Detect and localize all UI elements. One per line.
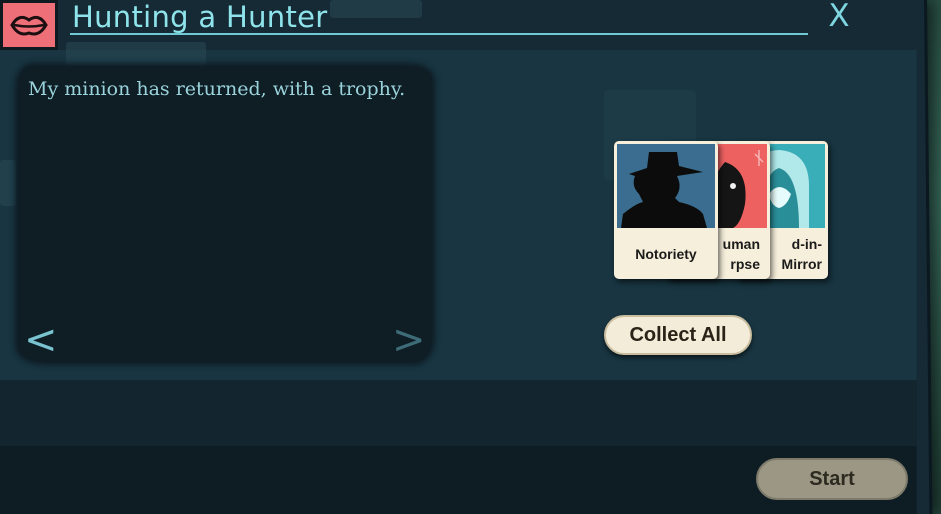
- card-label-text: uman rpse: [722, 236, 760, 272]
- card-notoriety[interactable]: Notoriety: [614, 141, 718, 279]
- background-card: [330, 0, 422, 18]
- collect-all-button[interactable]: Collect All: [604, 315, 752, 355]
- divider-band: [0, 380, 917, 446]
- previous-page-button[interactable]: <: [24, 318, 58, 362]
- start-button[interactable]: Start: [756, 458, 908, 500]
- dialog-title: Hunting a Hunter: [72, 0, 328, 34]
- story-text-panel: [18, 66, 432, 362]
- lips-icon: [0, 0, 58, 50]
- card-label-text: d-in- Mirror: [781, 236, 822, 272]
- title-underline: [70, 33, 808, 35]
- close-button[interactable]: X: [822, 0, 856, 34]
- next-page-button[interactable]: >: [392, 318, 426, 362]
- story-text: My minion has returned, with a trophy.: [28, 78, 406, 100]
- silhouette-hat-icon: [617, 144, 715, 228]
- card-label: Notoriety: [635, 246, 697, 262]
- background-card: [0, 160, 16, 206]
